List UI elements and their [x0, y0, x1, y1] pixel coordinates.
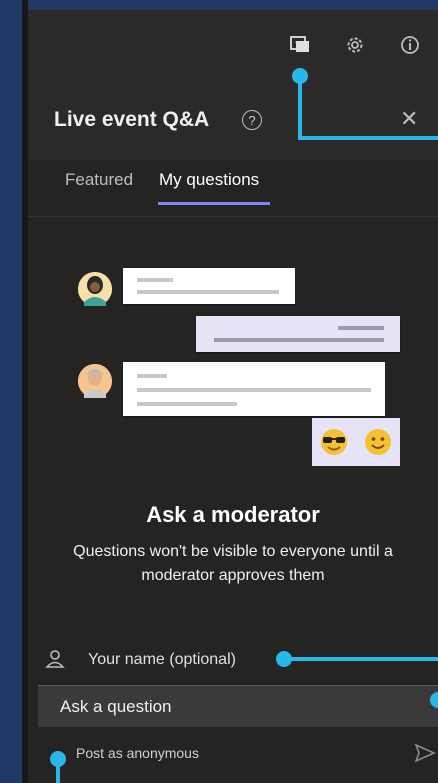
smile-emoji-icon — [365, 429, 391, 455]
qna-panel: ? Live event Q&A ? ✕ Featured My questio… — [28, 10, 438, 783]
question-input[interactable] — [38, 685, 438, 727]
top-toolbar: ? — [28, 10, 438, 84]
gear-icon[interactable] — [342, 32, 368, 58]
panel-header: Live event Q&A ? ✕ — [28, 84, 438, 160]
callout-line — [298, 136, 438, 140]
info-icon[interactable] — [397, 32, 423, 58]
sunglasses-emoji-icon — [321, 429, 347, 455]
post-anonymous-label[interactable]: Post as anonymous — [76, 745, 199, 761]
callout-line — [284, 657, 438, 661]
empty-state-description: Questions won't be visible to everyone u… — [73, 543, 393, 584]
avatar — [78, 272, 112, 306]
active-tab-indicator — [158, 202, 270, 205]
chat-bubble — [123, 362, 385, 416]
chat-bubble — [196, 316, 400, 352]
tab-bar: Featured My questions — [28, 160, 438, 217]
panel-title: Live event Q&A — [54, 108, 210, 131]
emoji-bubble — [312, 418, 400, 466]
callout-line — [298, 76, 302, 140]
person-icon — [44, 648, 66, 675]
tab-my-questions[interactable]: My questions — [159, 170, 259, 202]
empty-state-title: Ask a moderator — [146, 502, 320, 527]
avatar — [78, 364, 112, 398]
help-icon[interactable]: ? — [242, 110, 262, 130]
chat-bubble — [123, 268, 295, 304]
close-icon[interactable]: ✕ — [400, 106, 418, 132]
callout-line — [56, 759, 60, 783]
send-icon[interactable] — [414, 742, 436, 769]
tab-featured[interactable]: Featured — [65, 170, 133, 202]
svg-text:?: ? — [295, 40, 300, 49]
qna-icon[interactable]: ? — [287, 32, 313, 58]
